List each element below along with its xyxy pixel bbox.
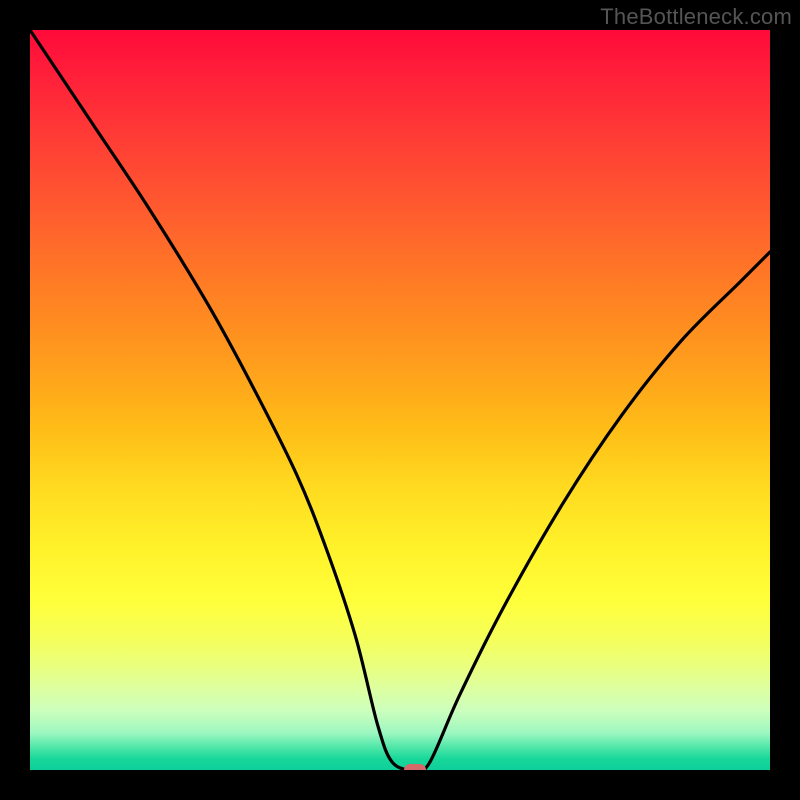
bottleneck-curve: [30, 30, 770, 770]
plot-area: [30, 30, 770, 770]
chart-frame: TheBottleneck.com: [0, 0, 800, 800]
optimum-marker: [404, 764, 426, 770]
watermark-text: TheBottleneck.com: [600, 4, 792, 30]
